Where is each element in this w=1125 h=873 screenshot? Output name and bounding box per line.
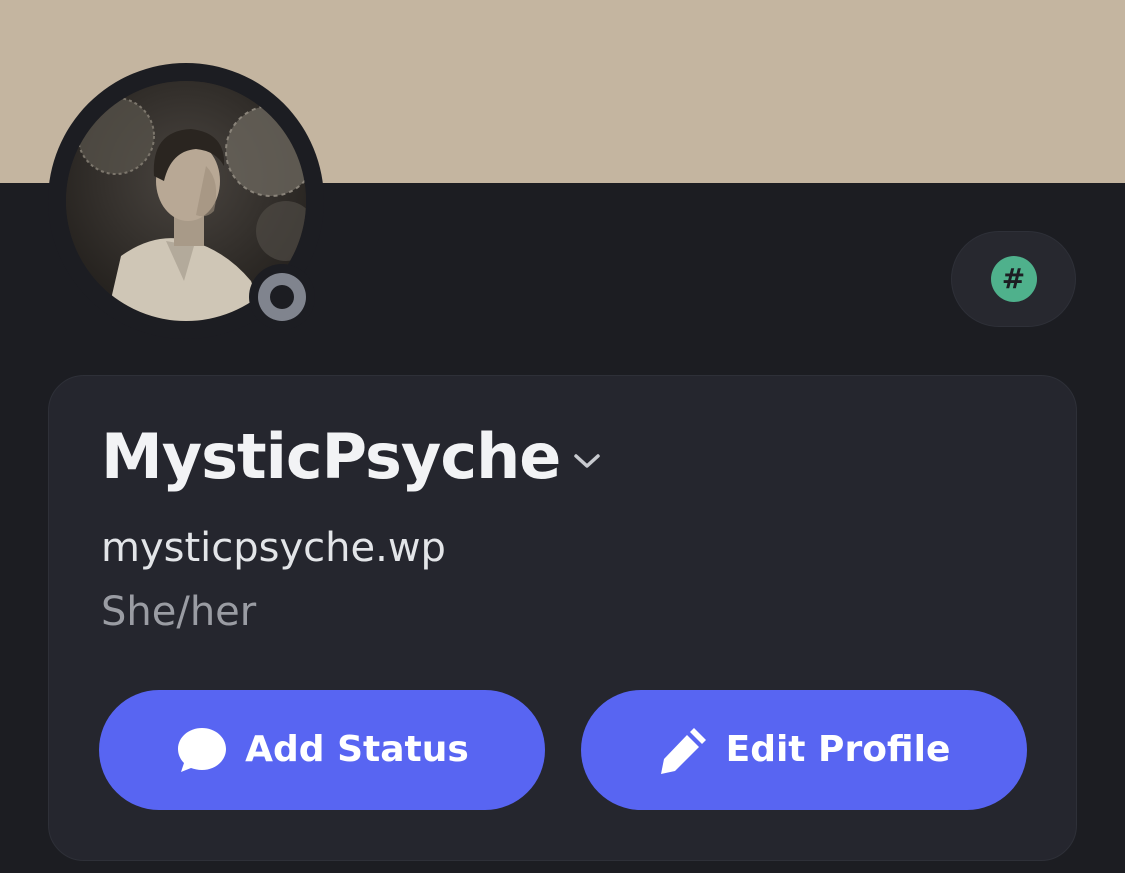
add-status-button[interactable]: Add Status [99,690,545,810]
chat-bubble-icon [178,728,227,772]
profile-card: MysticPsyche mysticpsyche.wp She/her Add… [48,375,1077,861]
chevron-down-icon [574,454,601,468]
edit-profile-label: Edit Profile [725,729,951,770]
add-status-label: Add Status [245,729,469,770]
username: mysticpsyche.wp [101,525,446,571]
status-offline-icon [258,273,306,321]
display-name: MysticPsyche [101,420,561,493]
pronouns: She/her [101,589,257,635]
display-name-row[interactable]: MysticPsyche [101,426,602,488]
badge-button[interactable]: # [951,231,1076,327]
pencil-icon [660,728,706,774]
edit-profile-button[interactable]: Edit Profile [581,690,1027,810]
hashtag-icon: # [990,256,1037,302]
